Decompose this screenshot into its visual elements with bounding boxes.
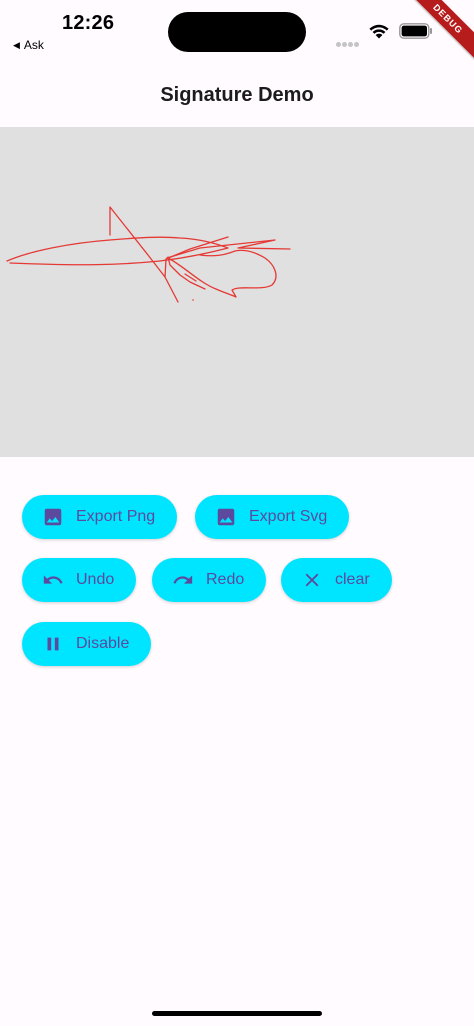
signature-stroke [109,206,179,303]
clear-label: clear [335,571,370,588]
clear-button[interactable]: clear [281,558,392,602]
export-png-button[interactable]: Export Png [22,495,178,539]
back-arrow-icon: ◀ [13,40,20,50]
undo-label: Undo [76,571,115,588]
export-svg-label: Export Svg [249,508,328,525]
redo-button[interactable]: Redo [152,558,267,602]
signature-stroke [166,239,291,259]
status-time: 12:26 [62,12,115,34]
signature-pad[interactable] [0,127,474,457]
pause-icon [42,633,64,655]
export-svg-button[interactable]: Export Svg [195,495,350,539]
signature-strokes [6,206,291,303]
disable-button[interactable]: Disable [22,622,152,666]
redo-label: Redo [206,571,245,588]
export-png-label: Export Png [76,508,156,525]
home-indicator[interactable] [152,1011,322,1016]
wifi-icon [369,24,389,39]
signature-stroke [164,236,229,278]
cellular-signal-icon [336,34,360,47]
image-icon [215,506,237,528]
redo-icon [172,569,194,591]
close-icon [301,569,323,591]
status-bar: 12:26 ◀ Ask [0,0,474,60]
undo-button[interactable]: Undo [22,558,137,602]
disable-label: Disable [76,635,130,652]
battery-icon [399,23,432,39]
undo-icon [42,569,64,591]
back-to-app-link[interactable]: ◀ Ask [13,38,44,52]
signature-stroke [6,236,229,266]
back-app-label: Ask [23,38,44,52]
page-title: Signature Demo [160,84,314,106]
dynamic-island [168,12,306,52]
image-icon [42,506,64,528]
